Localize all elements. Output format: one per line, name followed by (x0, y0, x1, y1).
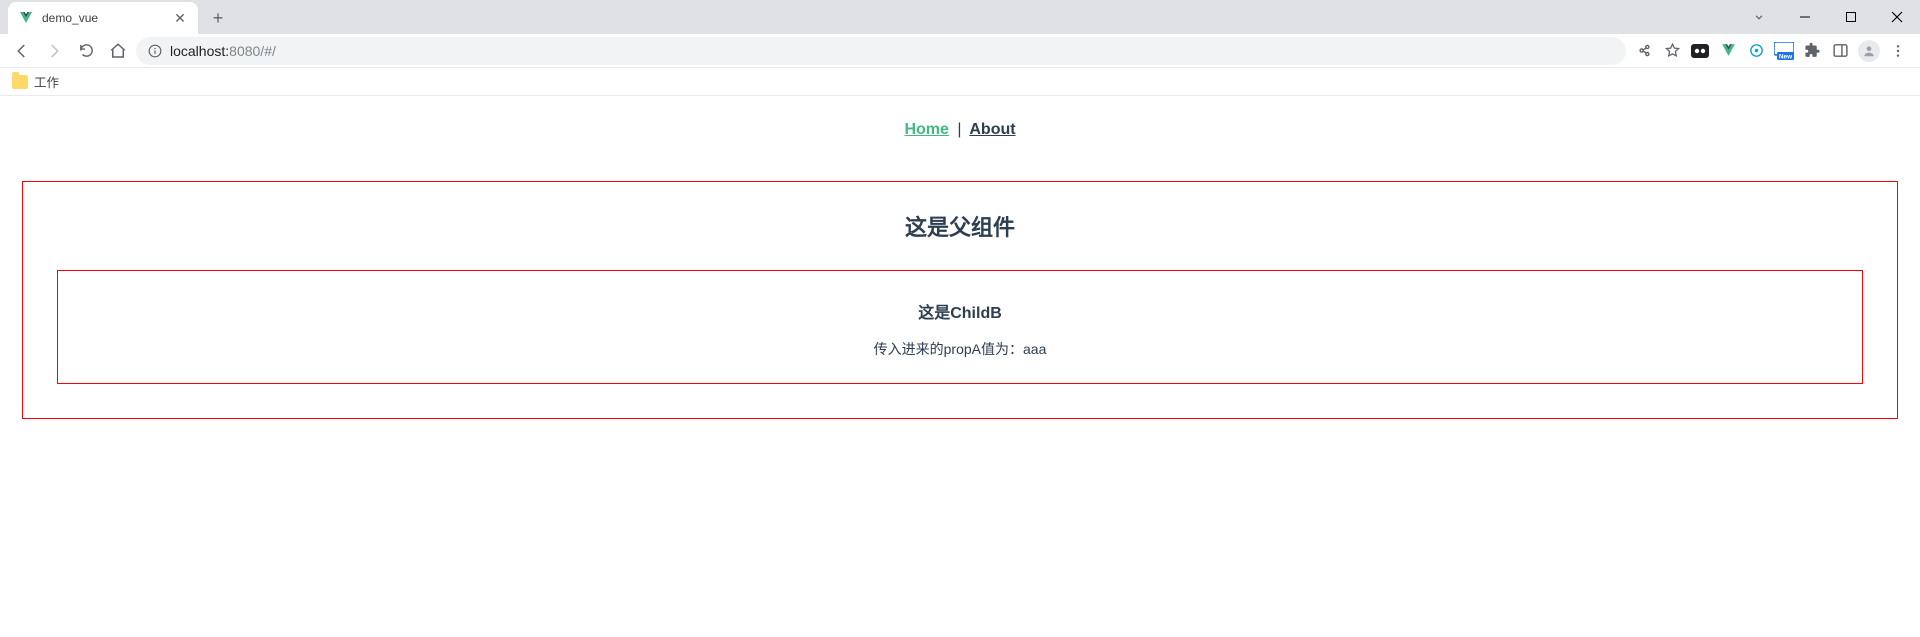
forward-button[interactable] (40, 37, 68, 65)
profile-avatar-icon[interactable] (1858, 40, 1880, 62)
window-minimize-button[interactable] (1782, 0, 1828, 34)
vue-favicon-icon (18, 10, 34, 26)
url-text: localhost:8080/#/ (170, 43, 276, 59)
window-maximize-button[interactable] (1828, 0, 1874, 34)
browser-tabstrip: demo_vue ✕ + (0, 0, 1920, 34)
svg-text:New: New (1779, 53, 1793, 60)
parent-component-box: 这是父组件 这是ChildB 传入进来的propA值为：aaa (22, 181, 1898, 419)
close-tab-icon[interactable]: ✕ (172, 10, 188, 27)
extension-icon-1[interactable] (1690, 41, 1710, 61)
extension-icon-3[interactable]: New (1774, 41, 1794, 61)
child-component-title: 这是ChildB (68, 299, 1852, 323)
nav-links: Home | About (0, 121, 1920, 139)
home-button[interactable] (104, 37, 132, 65)
kebab-menu-icon[interactable] (1888, 41, 1908, 61)
bookmark-star-icon[interactable] (1662, 41, 1682, 61)
parent-component-title: 这是父组件 (57, 210, 1863, 242)
extensions-puzzle-icon[interactable] (1802, 41, 1822, 61)
address-bar[interactable]: localhost:8080/#/ (136, 37, 1626, 65)
browser-tab-active[interactable]: demo_vue ✕ (8, 2, 198, 34)
nav-link-about[interactable]: About (969, 121, 1015, 138)
child-prop-text: 传入进来的propA值为：aaa (68, 339, 1852, 359)
vue-devtools-icon[interactable] (1718, 41, 1738, 61)
bookmark-item[interactable]: 工作 (34, 72, 59, 91)
browser-tab-title: demo_vue (42, 11, 164, 25)
toolbar-right-icons: New (1630, 40, 1912, 62)
reload-button[interactable] (72, 37, 100, 65)
child-component-box: 这是ChildB 传入进来的propA值为：aaa (57, 270, 1863, 384)
nav-separator: | (957, 121, 961, 138)
site-info-icon[interactable] (148, 44, 162, 58)
nav-link-home[interactable]: Home (904, 121, 948, 138)
folder-icon (12, 75, 28, 89)
extension-icon-2[interactable] (1746, 41, 1766, 61)
side-panel-icon[interactable] (1830, 41, 1850, 61)
new-tab-button[interactable]: + (204, 4, 232, 32)
back-button[interactable] (8, 37, 36, 65)
page-content: Home | About 这是父组件 这是ChildB 传入进来的propA值为… (0, 96, 1920, 419)
tabs-dropdown-icon[interactable] (1736, 0, 1782, 34)
url-host: localhost: (170, 43, 229, 59)
bookmarks-bar: 工作 (0, 68, 1920, 96)
browser-toolbar: localhost:8080/#/ New (0, 34, 1920, 68)
share-icon[interactable] (1634, 41, 1654, 61)
url-path: 8080/#/ (229, 43, 276, 59)
window-close-button[interactable] (1874, 0, 1920, 34)
